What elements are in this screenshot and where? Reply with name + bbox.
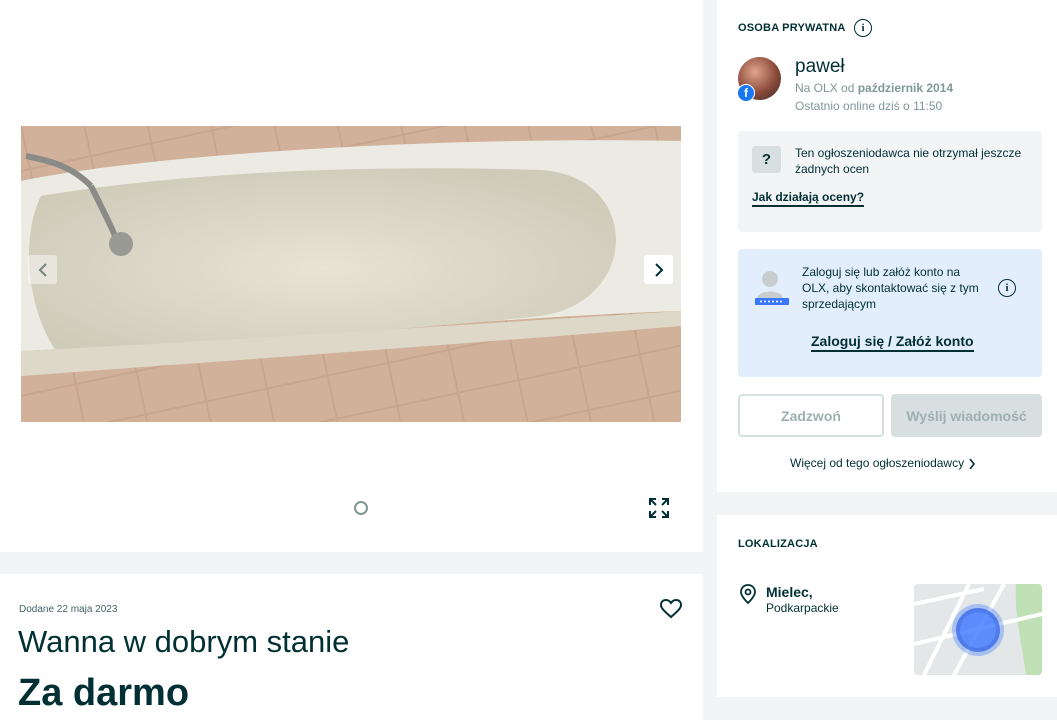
ratings-box: ? Ten ogłoszeniodawca nie otrzymał jeszc… (738, 131, 1042, 232)
next-photo-button[interactable] (644, 255, 673, 284)
facebook-icon: f (737, 84, 755, 102)
call-button[interactable]: Zadzwoń (738, 394, 884, 437)
chevron-right-icon (969, 458, 976, 469)
heart-icon (660, 599, 682, 619)
fullscreen-button[interactable] (644, 493, 674, 523)
region-name: Podkarpackie (766, 601, 839, 615)
seller-name: paweł (795, 56, 845, 77)
login-prompt-text: Zaloguj się lub załóż konto na OLX, aby … (802, 265, 979, 311)
favorite-button[interactable] (658, 596, 684, 622)
location-pin-icon (740, 584, 756, 604)
ratings-help-link[interactable]: Jak działają oceny? (752, 190, 865, 207)
listing-details-panel: Dodane 22 maja 2023 Wanna w dobrym stani… (0, 574, 703, 720)
location-panel: LOKALIZACJA Mielec, Podkarpackie (717, 515, 1057, 697)
chevron-left-icon (38, 262, 47, 277)
gallery-panel (0, 0, 703, 552)
seller-panel: OSOBA PRYWATNA i f paweł Na OLX od paźdz… (717, 0, 1057, 492)
chevron-right-icon (654, 262, 663, 277)
login-prompt-box: Zaloguj się lub załóż konto na OLX, aby … (738, 249, 1042, 377)
question-icon: ? (752, 146, 781, 173)
photo-indicator-dot[interactable] (354, 501, 368, 515)
listing-title: Wanna w dobrym stanie (18, 624, 350, 659)
listing-price: Za darmo (18, 672, 190, 714)
location-map[interactable] (914, 584, 1042, 675)
member-since: Na OLX od październik 2014 (795, 81, 954, 95)
seller-type-label: OSOBA PRYWATNA (738, 22, 846, 34)
location-label: LOKALIZACJA (738, 538, 818, 550)
ratings-text: Ten ogłoszeniodawca nie otrzymał jeszcze… (795, 146, 1022, 176)
city-name: Mielec, (766, 584, 813, 600)
expand-icon (649, 498, 669, 518)
listing-photo[interactable] (21, 126, 681, 422)
avatar: f (737, 57, 781, 102)
login-link[interactable]: Zaloguj się / Załóż konto (811, 333, 974, 352)
user-lock-icon (755, 271, 789, 305)
send-message-button[interactable]: Wyślij wiadomość (891, 394, 1042, 437)
more-from-seller-label: Więcej od tego ogłoszeniodawcy (790, 456, 965, 470)
info-icon[interactable]: i (998, 279, 1016, 297)
info-icon[interactable]: i (854, 19, 872, 37)
previous-photo-button[interactable] (28, 255, 57, 284)
more-from-seller-link[interactable]: Więcej od tego ogłoszeniodawcy (790, 456, 976, 470)
last-online: Ostatnio online dziś o 11:50 (795, 99, 943, 113)
added-date: Dodane 22 maja 2023 (19, 604, 118, 615)
